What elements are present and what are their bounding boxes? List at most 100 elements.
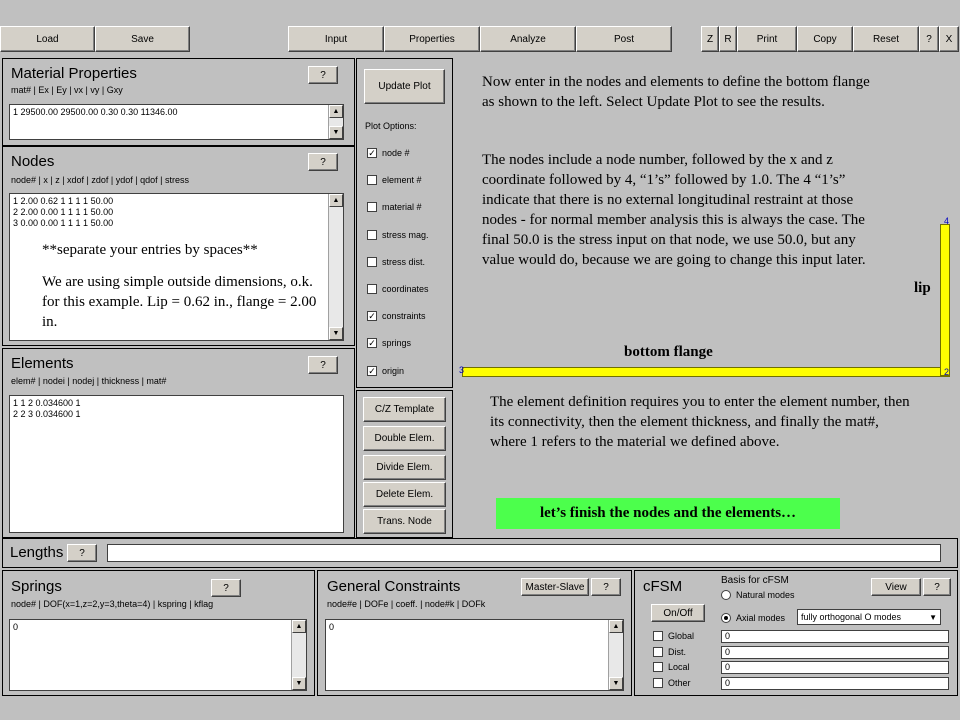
node-label-top: 4	[944, 216, 950, 226]
divide-elem-button[interactable]: Divide Elem.	[363, 455, 446, 480]
plot-option-label: origin	[382, 365, 405, 376]
lengths-help-button[interactable]: ?	[67, 544, 97, 562]
bottom-flange-label: bottom flange	[624, 344, 713, 360]
save-button[interactable]: Save	[95, 26, 190, 52]
cfsm-title: cFSM	[643, 578, 683, 595]
material-textarea[interactable]: 1 29500.00 29500.00 0.30 0.30 11346.00	[9, 104, 344, 140]
cfsm-check-field[interactable]: 0	[721, 661, 949, 674]
springs-textarea[interactable]: 0	[9, 619, 307, 691]
intro-text: Now enter in the nodes and elements to d…	[482, 74, 870, 110]
scroll-down-icon[interactable]: ▼	[609, 677, 623, 690]
finish-text: let’s finish the nodes and the elements…	[539, 505, 797, 521]
plot-option-1[interactable]: element #	[367, 175, 422, 186]
checkbox-icon	[367, 284, 377, 294]
plot-option-label: element #	[382, 175, 422, 186]
load-button[interactable]: Load	[0, 26, 95, 52]
cfsm-basis-label: Basis for cFSM	[721, 575, 789, 586]
cfsm-basis-select[interactable]: fully orthogonal O modes ▼	[797, 609, 941, 625]
elements-title: Elements	[11, 355, 74, 372]
plot-option-3[interactable]: stress mag.	[367, 229, 429, 240]
scroll-down-icon[interactable]: ▼	[292, 677, 306, 690]
lengths-input[interactable]	[107, 544, 941, 562]
reset-button[interactable]: Reset	[853, 26, 919, 52]
cfsm-check-label: Dist.	[668, 646, 686, 657]
plot-options-label: Plot Options:	[365, 121, 417, 131]
analyze-tab[interactable]: Analyze	[480, 26, 576, 52]
properties-tab[interactable]: Properties	[384, 26, 480, 52]
elements-panel: Elements ? elem# | nodei | nodej | thick…	[2, 348, 355, 538]
cfsm-check-field[interactable]: 0	[721, 645, 949, 659]
help-button[interactable]: ?	[919, 26, 939, 52]
cfsm-panel: cFSM Basis for cFSM View ? On/Off Natura…	[634, 570, 958, 696]
plot-option-6[interactable]: ✓ constraints	[367, 311, 426, 322]
close-button[interactable]: X	[939, 26, 959, 52]
rotate-button[interactable]: R	[719, 26, 737, 52]
material-help-button[interactable]: ?	[308, 66, 338, 84]
cfsm-check-0[interactable]: Global	[653, 631, 694, 641]
lengths-panel: Lengths ?	[2, 538, 958, 568]
update-plot-button[interactable]: Update Plot	[364, 69, 445, 104]
post-tab[interactable]: Post	[576, 26, 672, 52]
plot-option-label: springs	[382, 338, 412, 349]
springs-scrollbar[interactable]: ▲ ▼	[291, 620, 306, 690]
constraints-help-button[interactable]: ?	[591, 578, 621, 596]
elements-textarea[interactable]: 1 1 2 0.034600 1 2 2 3 0.034600 1	[9, 395, 344, 533]
checkbox-checked-icon: ✓	[367, 338, 377, 349]
cfsm-view-button[interactable]: View	[871, 578, 921, 596]
axial-modes-radio[interactable]: Axial modes	[721, 613, 785, 623]
cfsm-check-field[interactable]: 0	[721, 676, 949, 690]
natural-modes-radio[interactable]: Natural modes	[721, 590, 795, 600]
elements-help-button[interactable]: ?	[308, 356, 338, 374]
checkbox-icon	[653, 677, 663, 688]
cfsm-check-1[interactable]: Dist.	[653, 646, 686, 657]
springs-help-button[interactable]: ?	[211, 579, 241, 597]
delete-elem-button[interactable]: Delete Elem.	[363, 482, 446, 507]
separate-entries-note: **separate your entries by spaces**	[42, 242, 258, 258]
nodes-title: Nodes	[11, 153, 55, 170]
plot-option-label: stress mag.	[382, 229, 429, 240]
chevron-down-icon: ▼	[929, 612, 937, 622]
cfsm-onoff-button[interactable]: On/Off	[651, 604, 705, 622]
input-tab[interactable]: Input	[288, 26, 384, 52]
scroll-up-icon[interactable]: ▲	[292, 620, 306, 633]
node-row: 2 2.00 0.00 1 1 1 1 50.00	[13, 207, 114, 217]
constraints-textarea[interactable]: 0	[325, 619, 624, 691]
checkbox-checked-icon: ✓	[367, 311, 377, 322]
plot-option-label: coordinates	[382, 284, 429, 294]
nodes-header: node# | x | z | xdof | zdof | ydof | qdo…	[11, 175, 189, 185]
cfsm-check-label: Global	[668, 631, 695, 641]
checkbox-icon	[653, 662, 663, 672]
plot-option-label: material #	[382, 202, 422, 213]
cz-template-button[interactable]: C/Z Template	[363, 397, 446, 422]
zoom-button[interactable]: Z	[701, 26, 719, 52]
trans-node-button[interactable]: Trans. Node	[363, 509, 446, 534]
plot-option-7[interactable]: ✓ springs	[367, 338, 412, 349]
copy-button[interactable]: Copy	[797, 26, 853, 52]
plot-option-5[interactable]: coordinates	[367, 284, 429, 294]
scroll-down-icon[interactable]: ▼	[329, 126, 343, 139]
checkbox-checked-icon: ✓	[367, 148, 377, 158]
springs-panel: Springs ? node# | DOF(x=1,z=2,y=3,theta=…	[2, 570, 315, 696]
plot-option-4[interactable]: stress dist.	[367, 256, 425, 267]
plot-option-8[interactable]: ✓ origin	[367, 365, 405, 376]
plot-option-2[interactable]: material #	[367, 202, 422, 213]
material-row: 1 29500.00 29500.00 0.30 0.30 11346.00	[13, 107, 178, 117]
springs-value: 0	[13, 622, 19, 632]
print-button[interactable]: Print	[737, 26, 797, 52]
material-scrollbar[interactable]: ▲ ▼	[328, 105, 343, 139]
cfsm-check-2[interactable]: Local	[653, 662, 690, 672]
cfsm-check-3[interactable]: Other	[653, 677, 691, 688]
plot-option-0[interactable]: ✓ node #	[367, 148, 410, 158]
material-title: Material Properties	[11, 65, 137, 82]
constraints-scrollbar[interactable]: ▲ ▼	[608, 620, 623, 690]
scroll-up-icon[interactable]: ▲	[329, 105, 343, 118]
scroll-up-icon[interactable]: ▲	[609, 620, 623, 633]
cfsm-help-button[interactable]: ?	[923, 578, 951, 596]
master-slave-button[interactable]: Master-Slave	[521, 578, 589, 596]
cfsm-check-field[interactable]: 0	[721, 630, 949, 643]
double-elem-button[interactable]: Double Elem.	[363, 426, 446, 451]
element-row: 1 1 2 0.034600 1	[13, 398, 81, 408]
scroll-up-icon[interactable]: ▲	[329, 194, 343, 207]
lip-member	[940, 224, 950, 376]
nodes-help-button[interactable]: ?	[308, 153, 338, 171]
